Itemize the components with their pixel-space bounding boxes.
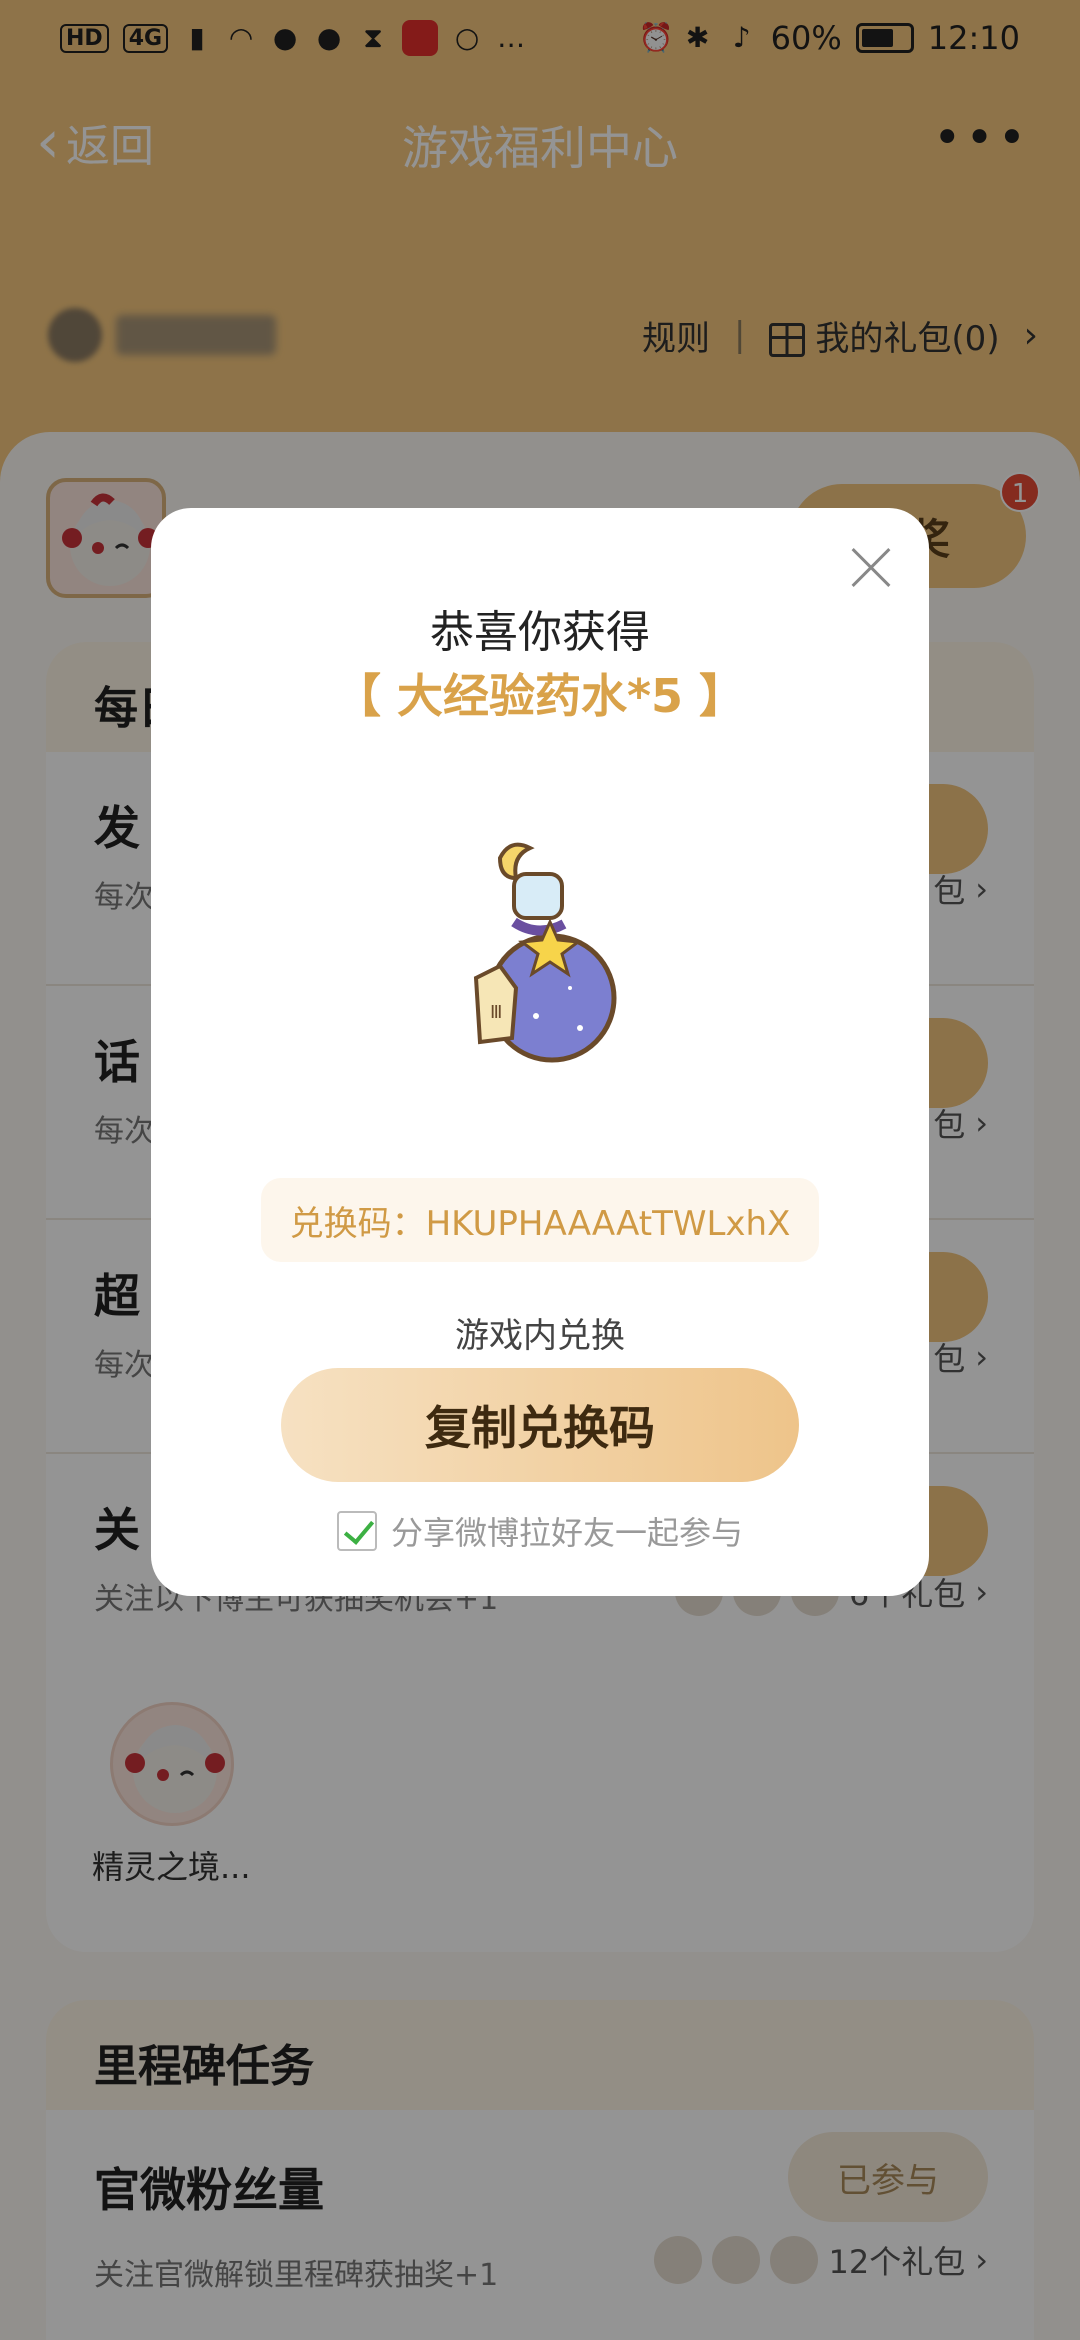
redeem-note: 游戏内兑换 [455, 1316, 625, 1356]
share-option[interactable]: 分享微博拉好友一起参与 [151, 1508, 929, 1554]
prize-dialog: 恭喜你获得 【 大经验药水*5 】 Ⅲ 兑换码：HKUPHAAAAtTWLxhX… [151, 508, 929, 1596]
potion-icon: Ⅲ [440, 838, 640, 1068]
dialog-title: 恭喜你获得 [430, 607, 650, 658]
copy-code-button[interactable]: 复制兑换码 [281, 1368, 799, 1482]
svg-text:Ⅲ: Ⅲ [490, 1002, 502, 1023]
close-icon[interactable] [841, 538, 901, 598]
redeem-code-box: 兑换码：HKUPHAAAAtTWLxhX [261, 1178, 819, 1262]
prize-name: 【 大经验药水*5 】 [334, 669, 746, 723]
share-label: 分享微博拉好友一起参与 [390, 1514, 743, 1552]
share-checkbox[interactable] [336, 1511, 377, 1551]
